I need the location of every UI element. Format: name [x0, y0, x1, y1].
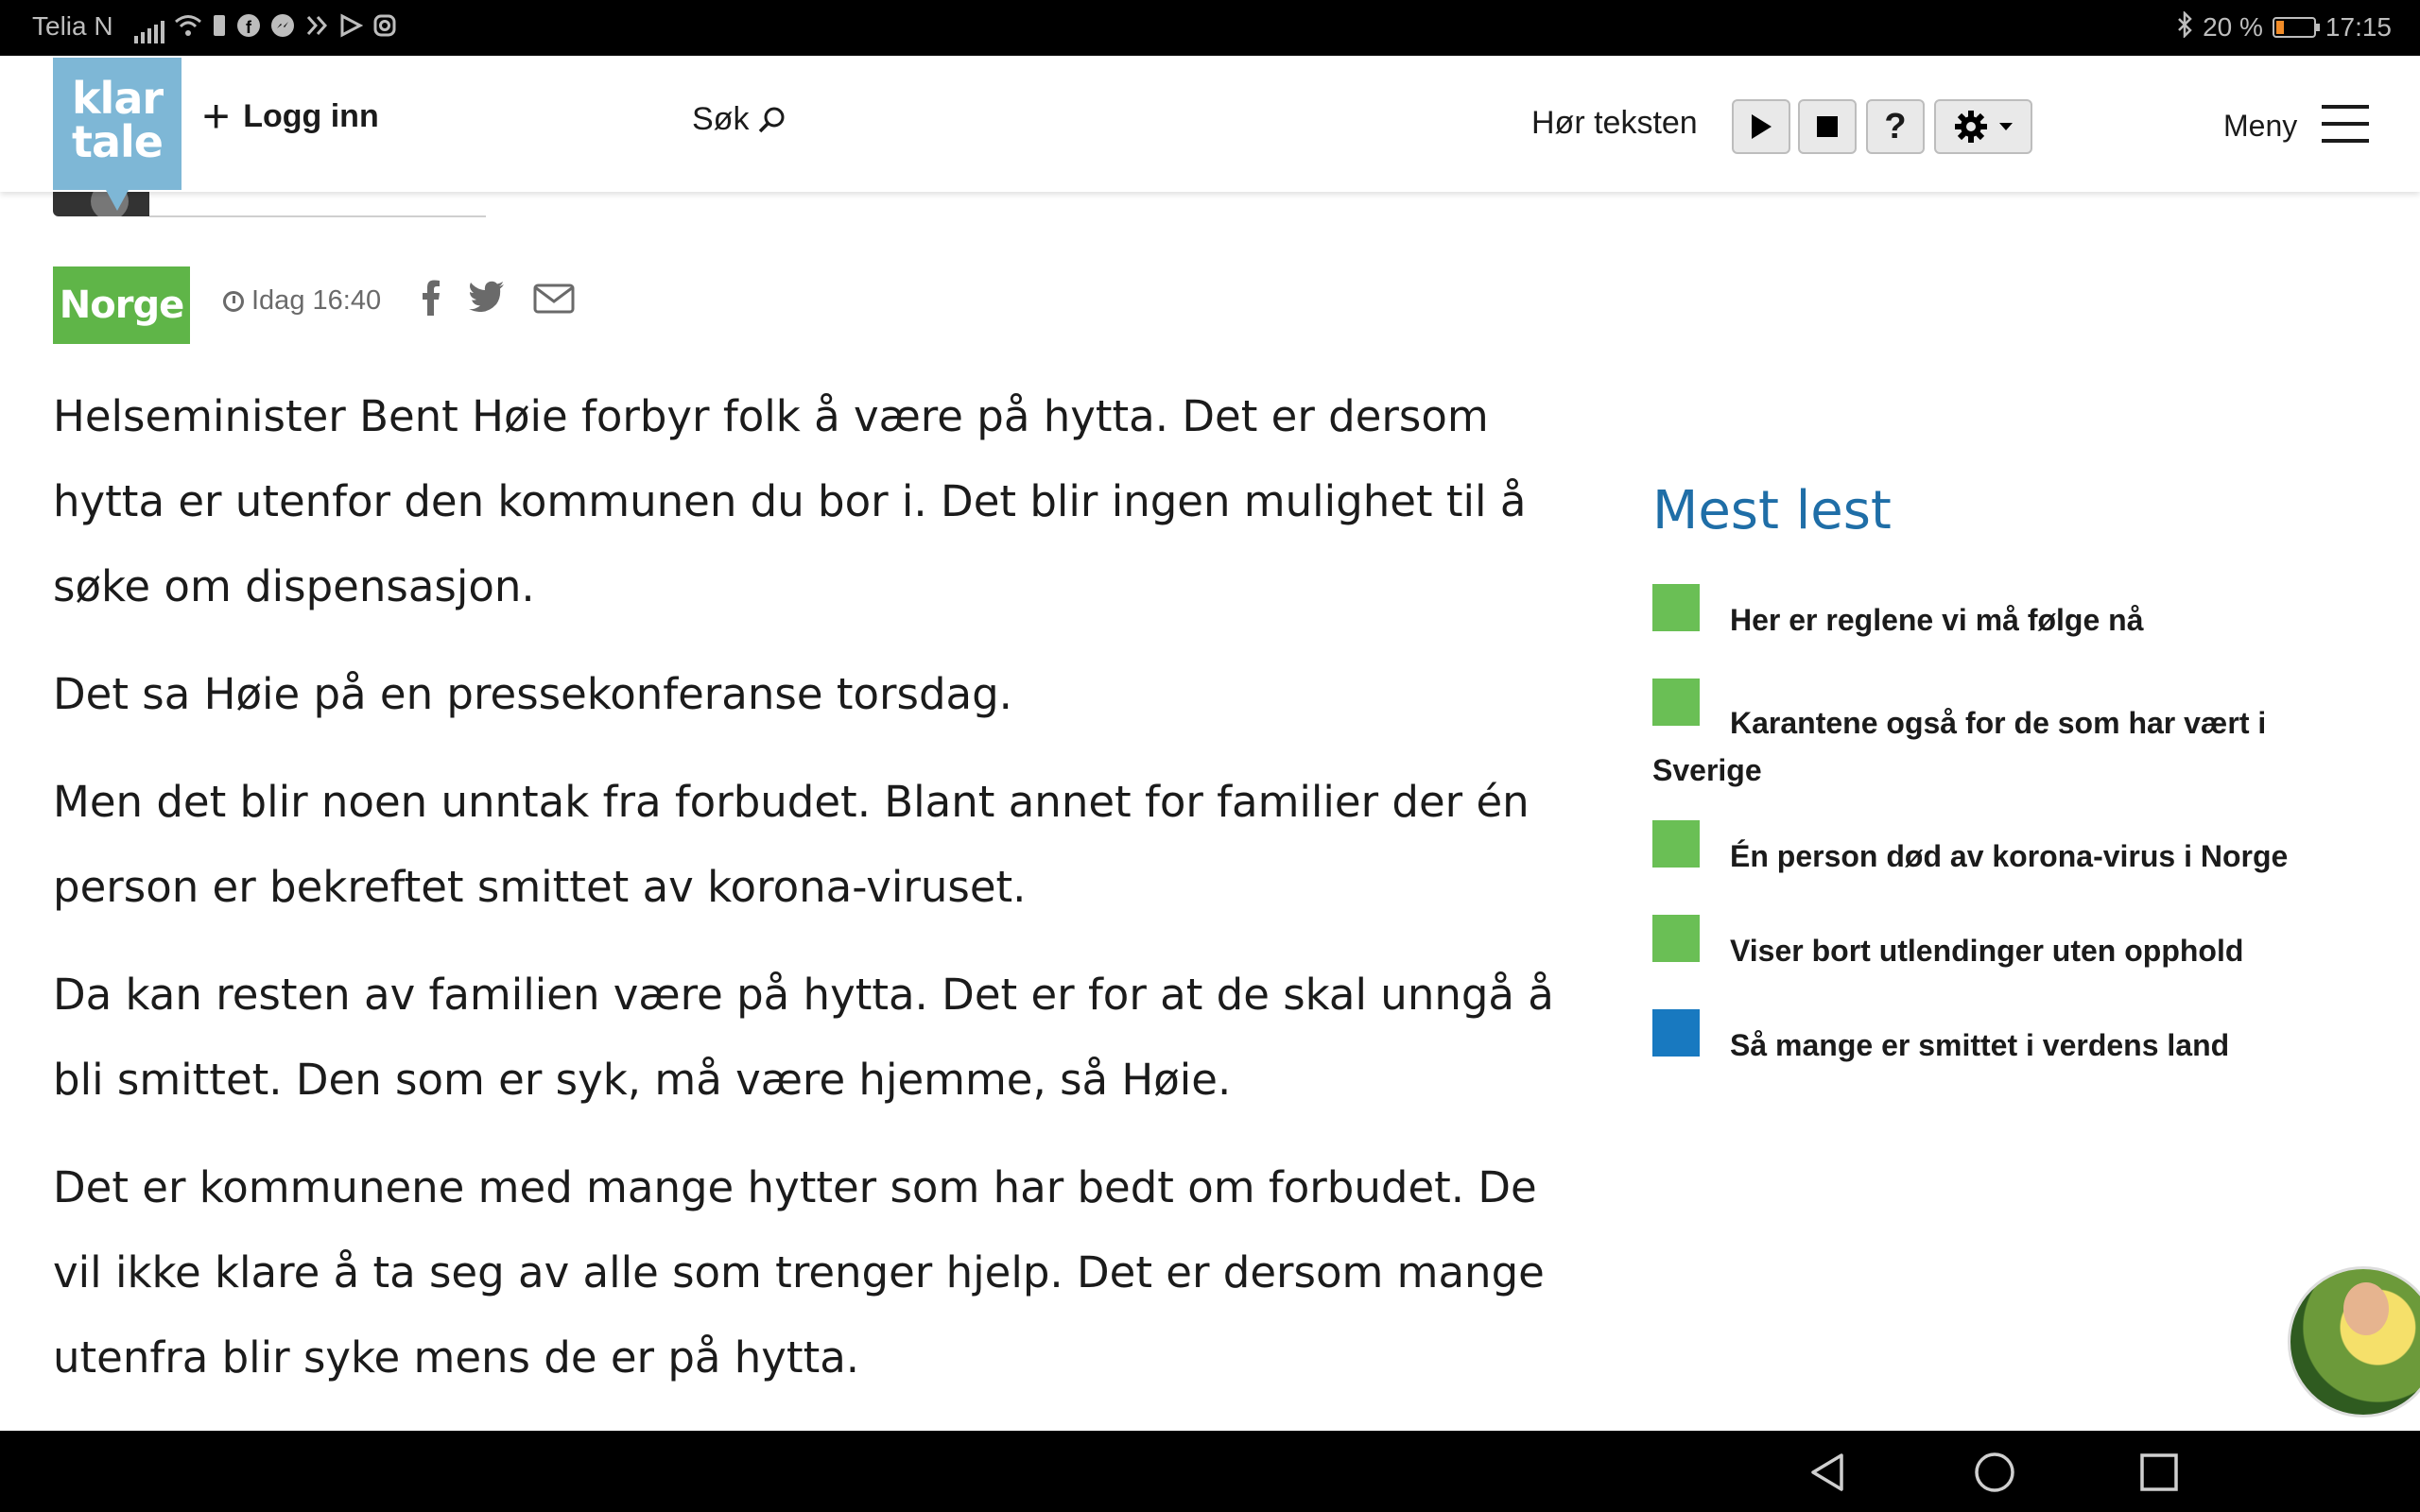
site-header: klar tale + Logg inn Søk Hør teksten ? M…: [0, 56, 2420, 211]
category-square: [1652, 915, 1700, 962]
article-paragraph: Det sa Høie på en pressekonferanse torsd…: [53, 669, 1012, 719]
most-read-item[interactable]: Viser bort utlendinger uten opphold: [1652, 915, 2314, 987]
navigation-bar: [0, 1431, 2420, 1512]
search-icon: [759, 107, 785, 132]
logo-line-2: tale: [72, 116, 164, 167]
search-label: Søk: [692, 101, 750, 137]
signal-icon: [134, 19, 164, 43]
facebook-icon: f: [236, 13, 261, 43]
caret-down-icon: [1999, 123, 2013, 130]
category-square: [1652, 584, 1700, 631]
most-read-item-label: Så mange er smittet i verdens land: [1730, 1028, 2230, 1062]
category-badge[interactable]: Norge: [53, 266, 190, 344]
stop-icon: [1817, 116, 1838, 137]
category-square: [1652, 820, 1700, 868]
play-store-icon: [338, 13, 364, 43]
menu-label[interactable]: Meny: [2223, 109, 2297, 144]
listen-label: Hør teksten: [1531, 105, 1698, 141]
chat-head-avatar[interactable]: [2288, 1266, 2420, 1418]
clock-icon: [223, 290, 244, 312]
status-right: 20 % 17:15: [2176, 9, 2392, 43]
most-read-heading: Mest lest: [1652, 480, 1892, 541]
svg-text:f: f: [246, 18, 252, 37]
battery-icon: [2272, 17, 2320, 38]
most-read-item-label: Her er reglene vi må følge nå: [1730, 603, 2144, 637]
most-read-item[interactable]: Én person død av korona-virus i Norge: [1652, 820, 2314, 892]
stop-button[interactable]: [1798, 99, 1857, 154]
play-button[interactable]: [1732, 99, 1790, 154]
most-read-item[interactable]: Her er reglene vi må følge nå: [1652, 584, 2314, 656]
article-paragraph: Det er kommunene med mange hytter som ha…: [53, 1162, 1545, 1383]
most-read-item[interactable]: Karantene også for de som har vært i Sve…: [1652, 679, 2295, 787]
messenger-icon: [270, 13, 295, 43]
article-paragraph: Men det blir noen unntak fra forbudet. B…: [53, 777, 1530, 912]
logo-line-1: klar: [71, 73, 164, 124]
article-paragraph: Helseminister Bent Høie forbyr folk å væ…: [53, 391, 1527, 611]
carrier-name: Telia N: [32, 11, 113, 41]
recents-icon[interactable]: [2138, 1452, 2180, 1493]
most-read-item[interactable]: Så mange er smittet i verdens land: [1652, 1009, 2314, 1081]
app-icon: [304, 13, 329, 43]
back-icon[interactable]: [1807, 1452, 1849, 1493]
status-bar: Telia N f 20 % 17:15: [0, 0, 2420, 56]
settings-dropdown-button[interactable]: [1934, 99, 2032, 154]
facebook-share-icon[interactable]: [422, 280, 441, 316]
help-button[interactable]: ?: [1866, 99, 1925, 154]
help-icon: ?: [1884, 106, 1907, 146]
gear-icon: [1955, 111, 1987, 143]
most-read-item-label: Karantene også for de som har vært i Sve…: [1652, 706, 2267, 787]
category-square: [1652, 1009, 1700, 1057]
byline-divider: [149, 215, 486, 217]
author-photo: [53, 192, 149, 216]
sim-icon: [212, 13, 227, 43]
login-label: Logg inn: [243, 97, 379, 134]
article-meta: Idag 16:40: [223, 285, 381, 317]
battery-percent: 20 %: [2203, 12, 2263, 42]
home-icon[interactable]: [1974, 1452, 2015, 1493]
email-share-icon[interactable]: [533, 284, 575, 314]
battery-level: [2275, 21, 2284, 34]
play-icon: [1752, 114, 1772, 139]
clock-time: 17:15: [2325, 12, 2392, 42]
klar-tale-logo[interactable]: klar tale: [53, 58, 182, 211]
bluetooth-icon: [2176, 9, 2193, 43]
wifi-icon: [174, 13, 202, 43]
most-read-item-label: Viser bort utlendinger uten opphold: [1730, 934, 2244, 968]
article-body: Helseminister Bent Høie forbyr folk å væ…: [53, 374, 1584, 1423]
plus-icon: +: [202, 90, 231, 143]
publish-time: Idag 16:40: [251, 285, 382, 316]
status-icons: f: [134, 13, 397, 43]
category-square: [1652, 679, 1700, 726]
twitter-share-icon[interactable]: [469, 280, 505, 312]
most-read-item-label: Én person død av korona-virus i Norge: [1730, 839, 2289, 873]
login-button[interactable]: + Logg inn: [202, 90, 379, 143]
search-button[interactable]: Søk: [692, 101, 788, 138]
hamburger-menu-icon[interactable]: [2322, 105, 2369, 143]
article-paragraph: Da kan resten av familien være på hytta.…: [53, 970, 1554, 1105]
instagram-icon: [372, 13, 397, 43]
